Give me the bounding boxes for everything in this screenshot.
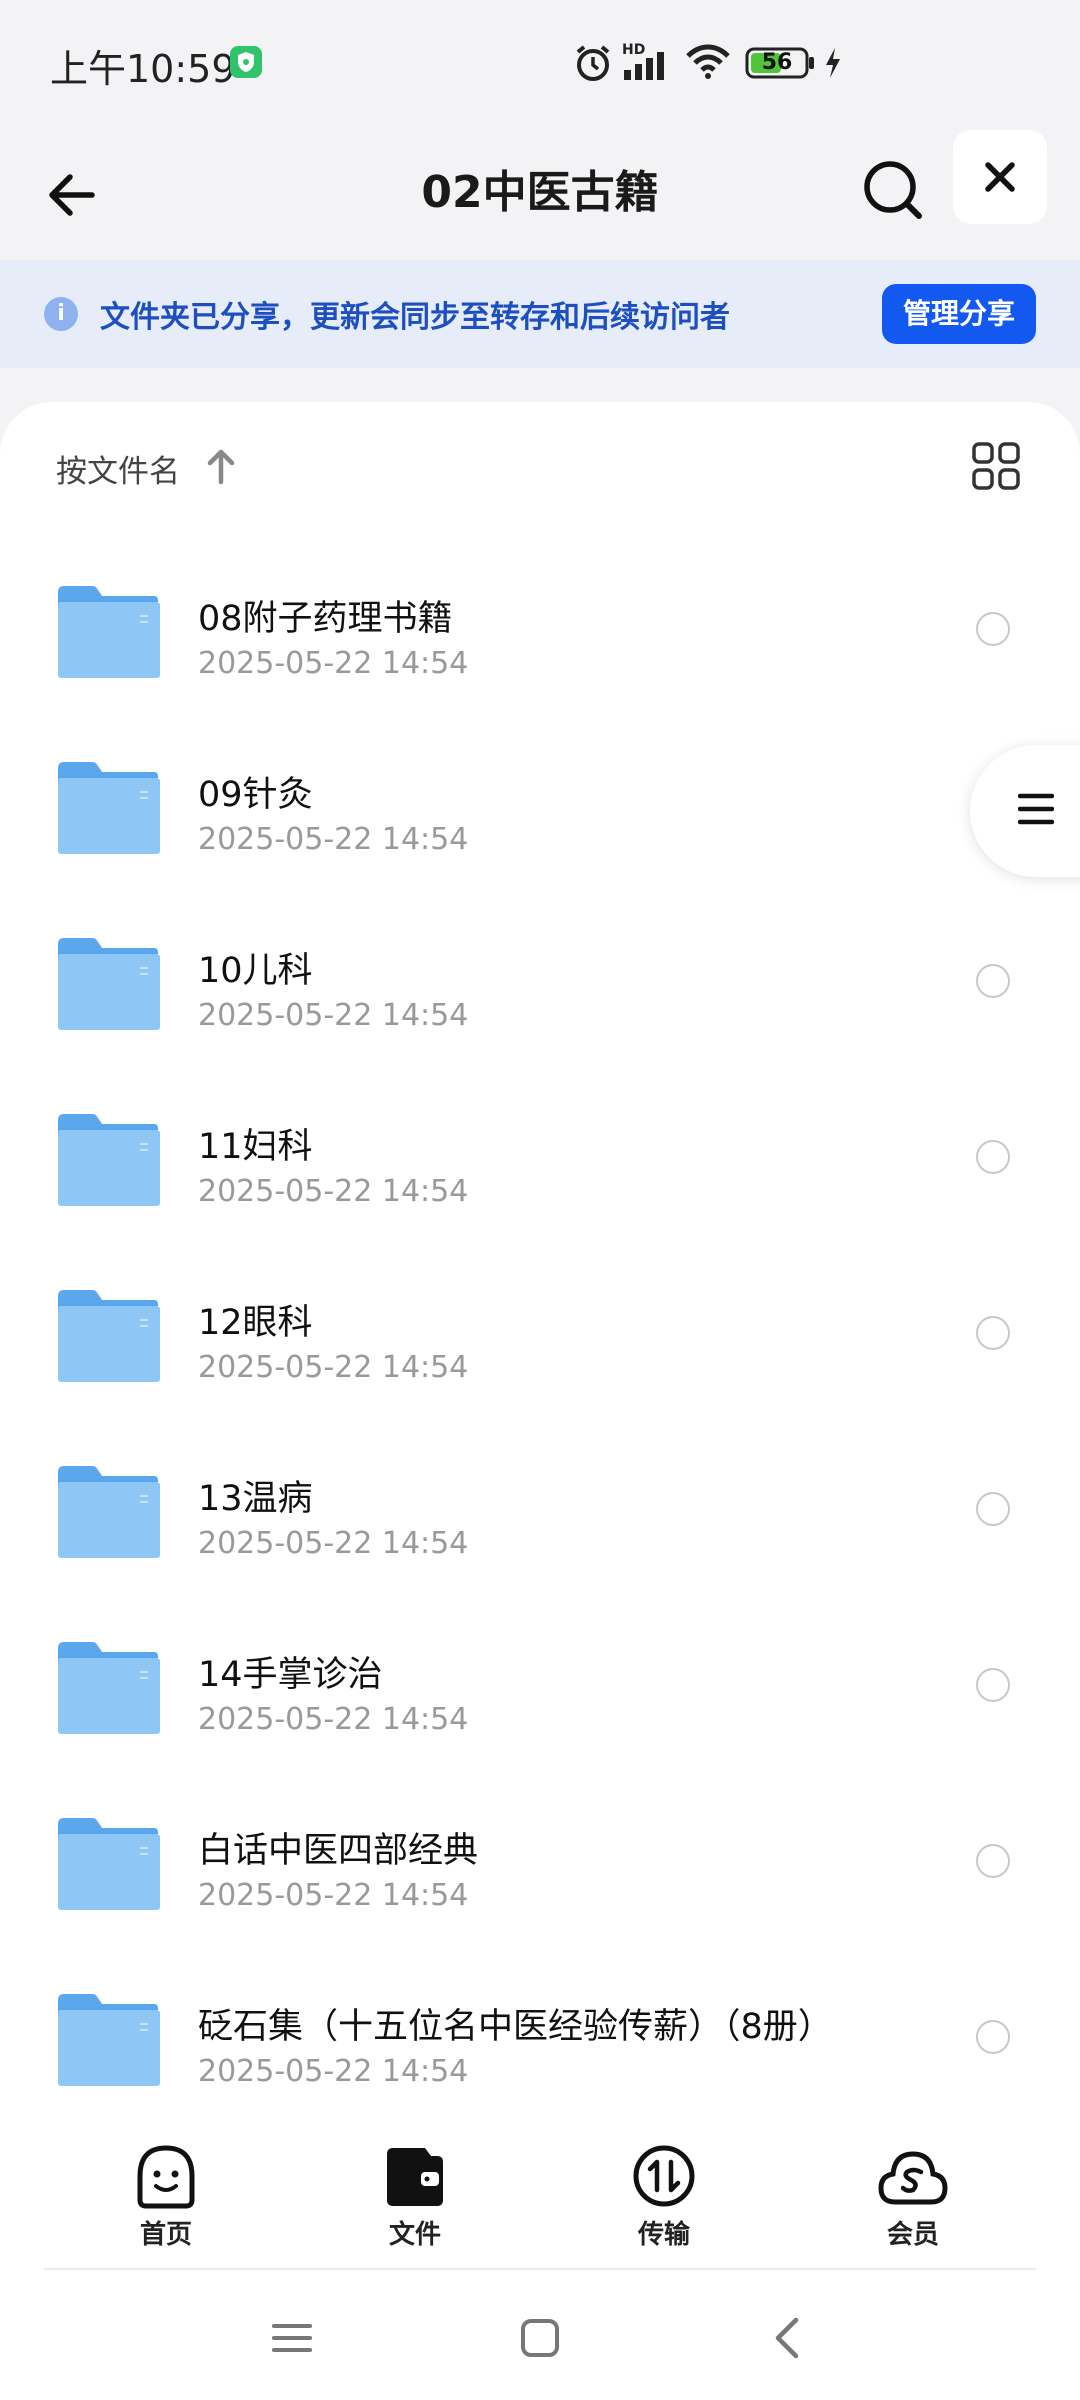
folder-icon (58, 586, 160, 678)
select-checkbox[interactable] (976, 1492, 1010, 1526)
folder-name: 10儿科 (198, 951, 313, 991)
folder-date: 2025-05-22 14:54 (198, 646, 469, 681)
folder-date: 2025-05-22 14:54 (198, 998, 469, 1033)
folder-name: 11妇科 (198, 1127, 313, 1167)
back-nav-icon[interactable] (758, 2308, 818, 2368)
folder-row[interactable]: 13温病 2025-05-22 14:54 (0, 1430, 1080, 1606)
folder-icon (58, 1290, 160, 1382)
folder-icon (58, 1994, 160, 2086)
close-button[interactable] (953, 130, 1047, 224)
file-list-panel: 按文件名 08附子药理书籍 2025-05-22 14:54 09针灸 2025… (0, 402, 1080, 2400)
folder-name: 14手掌诊治 (198, 1655, 383, 1695)
folder-name: 09针灸 (198, 775, 313, 815)
folder-row[interactable]: 白话中医四部经典 2025-05-22 14:54 (0, 1782, 1080, 1958)
folder-name: 13温病 (198, 1479, 313, 1519)
folder-row[interactable]: 11妇科 2025-05-22 14:54 (0, 1078, 1080, 1254)
folder-row[interactable]: 12眼科 2025-05-22 14:54 (0, 1254, 1080, 1430)
folder-date: 2025-05-22 14:54 (198, 2054, 469, 2089)
file-list: 08附子药理书籍 2025-05-22 14:54 09针灸 2025-05-2… (0, 550, 1080, 2134)
battery-level: 56 (761, 50, 793, 75)
tab-files[interactable]: 文件 (335, 2142, 495, 2262)
sort-ascending-icon[interactable] (204, 446, 238, 486)
folder-name: 白话中医四部经典 (198, 1831, 479, 1871)
folder-date: 2025-05-22 14:54 (198, 1174, 469, 1209)
transfer-icon (633, 2145, 695, 2207)
folder-name: 砭石集（十五位名中医经验传薪）（8册） (198, 2007, 833, 2047)
folder-row[interactable]: 08附子药理书籍 2025-05-22 14:54 (0, 550, 1080, 726)
folder-icon (58, 1114, 160, 1206)
status-time: 上午10:59 (50, 47, 236, 91)
battery-indicator: 56 (745, 46, 817, 80)
folder-icon (58, 1818, 160, 1910)
search-icon[interactable] (855, 152, 935, 232)
tab-transfer-label: 传输 (637, 2220, 690, 2250)
folder-date: 2025-05-22 14:54 (198, 1526, 469, 1561)
select-checkbox[interactable] (976, 1668, 1010, 1702)
share-banner-text: 文件夹已分享，更新会同步至转存和后续访问者 (100, 300, 730, 335)
folder-name: 08附子药理书籍 (198, 599, 453, 639)
recent-apps-icon[interactable] (262, 2308, 322, 2368)
folder-row[interactable]: 砭石集（十五位名中医经验传薪）（8册） 2025-05-22 14:54 (0, 1958, 1080, 2134)
home-smile-icon (137, 2145, 195, 2209)
wifi-icon (686, 44, 730, 79)
folder-name: 12眼科 (198, 1303, 313, 1343)
folder-row[interactable]: 14手掌诊治 2025-05-22 14:54 (0, 1606, 1080, 1782)
bottom-tab-bar: 首页 文件 传输 会员 (0, 2128, 1080, 2268)
folder-date: 2025-05-22 14:54 (198, 1878, 469, 1913)
folder-date: 2025-05-22 14:54 (198, 1702, 469, 1737)
system-nav-bar (0, 2270, 1080, 2400)
alarm-icon (576, 45, 610, 81)
select-checkbox[interactable] (976, 612, 1010, 646)
folder-row[interactable]: 10儿科 2025-05-22 14:54 (0, 902, 1080, 1078)
folder-icon (58, 1642, 160, 1734)
tab-vip[interactable]: 会员 (833, 2142, 993, 2262)
wallet-files-icon (387, 2148, 443, 2206)
select-checkbox[interactable] (976, 964, 1010, 998)
manage-share-button[interactable]: 管理分享 (882, 284, 1036, 344)
select-checkbox[interactable] (976, 1140, 1010, 1174)
cloud-vip-icon (878, 2151, 948, 2205)
shield-icon (230, 46, 262, 78)
sort-by-filename[interactable]: 按文件名 (56, 446, 180, 491)
folder-date: 2025-05-22 14:54 (198, 822, 469, 857)
share-banner: i 文件夹已分享，更新会同步至转存和后续访问者 管理分享 (0, 260, 1080, 368)
header: 02中医古籍 (0, 130, 1080, 260)
folder-date: 2025-05-22 14:54 (198, 1350, 469, 1385)
home-nav-icon[interactable] (510, 2308, 570, 2368)
folder-row[interactable]: 09针灸 2025-05-22 14:54 (0, 726, 1080, 902)
tab-transfer[interactable]: 传输 (584, 2142, 744, 2262)
folder-icon (58, 1466, 160, 1558)
info-icon: i (44, 297, 78, 331)
menu-icon[interactable] (1018, 791, 1054, 827)
tab-home[interactable]: 首页 (86, 2142, 246, 2262)
signal-icon (624, 52, 664, 80)
select-checkbox[interactable] (976, 1316, 1010, 1350)
tab-files-label: 文件 (388, 2220, 441, 2250)
tab-home-label: 首页 (139, 2220, 192, 2250)
folder-icon (58, 938, 160, 1030)
grid-view-icon[interactable] (970, 440, 1022, 492)
status-bar: 上午10:59 HD 56 (0, 0, 1080, 130)
charging-icon (826, 48, 840, 78)
folder-icon (58, 762, 160, 854)
select-checkbox[interactable] (976, 1844, 1010, 1878)
close-icon[interactable] (953, 130, 1047, 224)
select-checkbox[interactable] (976, 2020, 1010, 2054)
tab-vip-label: 会员 (886, 2220, 939, 2250)
